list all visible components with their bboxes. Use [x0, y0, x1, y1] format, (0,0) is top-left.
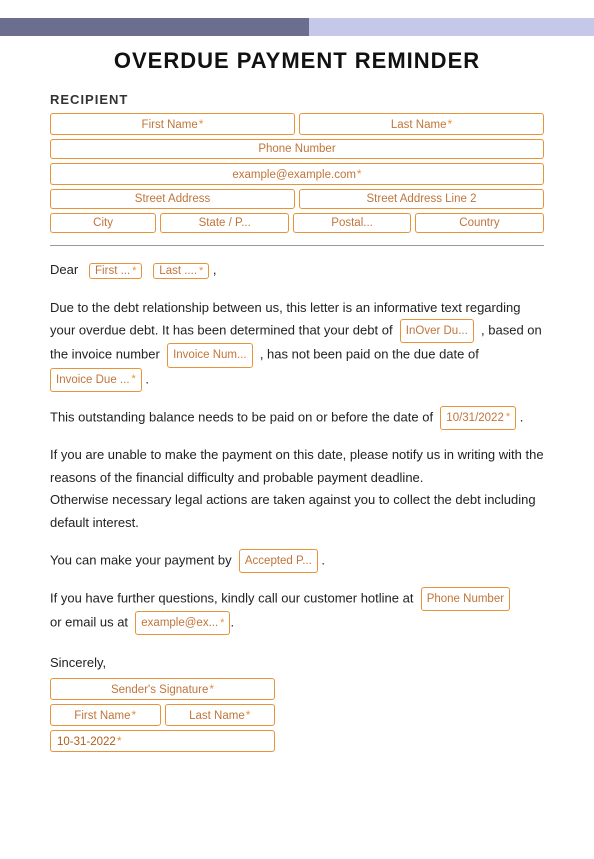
- sincerely-section: Sincerely, Sender's Signature* First Nam…: [50, 655, 544, 752]
- invoice-num-field[interactable]: Invoice Num...: [167, 343, 253, 367]
- first-name-required: *: [199, 117, 204, 131]
- signature-input[interactable]: Sender's Signature*: [50, 678, 275, 700]
- email-contact-field[interactable]: example@ex...*: [135, 611, 230, 635]
- dear-prefix: Dear: [50, 262, 78, 277]
- street1-input[interactable]: Street Address: [50, 189, 295, 209]
- recipient-label: RECIPIENT: [50, 92, 544, 107]
- page-title: OVERDUE PAYMENT REMINDER: [50, 48, 544, 74]
- accepted-field[interactable]: Accepted P...: [239, 549, 318, 573]
- first-name-input[interactable]: First Name*: [50, 113, 295, 135]
- paragraph-4: You can make your payment by Accepted P.…: [50, 549, 544, 573]
- street2-input[interactable]: Street Address Line 2: [299, 189, 544, 209]
- last-name-input[interactable]: Last Name*: [299, 113, 544, 135]
- last-name-required: *: [447, 117, 452, 131]
- email-required: *: [357, 167, 362, 181]
- paragraph-1: Due to the debt relationship between us,…: [50, 297, 544, 392]
- para4-end: .: [321, 552, 325, 567]
- top-bar-right: [309, 18, 594, 36]
- hotline-field[interactable]: Phone Number: [421, 587, 510, 611]
- amount-field[interactable]: InOver Du...: [400, 319, 474, 343]
- para1-end: , has not been paid on the due date of: [260, 347, 479, 362]
- para5-end: .: [230, 615, 234, 630]
- invoice-due-field[interactable]: Invoice Due ...*: [50, 368, 142, 392]
- top-bar-left: [0, 18, 309, 36]
- paragraph-3: If you are unable to make the payment on…: [50, 444, 544, 535]
- pay-by-field[interactable]: 10/31/2022*: [440, 406, 516, 430]
- paragraph-2: This outstanding balance needs to be pai…: [50, 406, 544, 430]
- para4-before: You can make your payment by: [50, 552, 232, 567]
- section-divider: [50, 245, 544, 246]
- dear-first-field[interactable]: First ...*: [89, 263, 142, 279]
- sincerely-label: Sincerely,: [50, 655, 544, 670]
- postal-input[interactable]: Postal...: [293, 213, 411, 233]
- paragraph-5: If you have further questions, kindly ca…: [50, 587, 544, 635]
- para2-end: .: [520, 409, 524, 424]
- para5-mid: or email us at: [50, 615, 128, 630]
- sender-first-name-input[interactable]: First Name*: [50, 704, 161, 726]
- para2-before: This outstanding balance needs to be pai…: [50, 409, 433, 424]
- para5-before: If you have further questions, kindly ca…: [50, 590, 413, 605]
- date-input[interactable]: 10-31-2022*: [50, 730, 275, 752]
- country-input[interactable]: Country: [415, 213, 544, 233]
- state-input[interactable]: State / P...: [160, 213, 289, 233]
- city-input[interactable]: City: [50, 213, 156, 233]
- phone-input[interactable]: Phone Number: [50, 139, 544, 159]
- dear-line: Dear First ...* Last ....* ,: [50, 262, 544, 279]
- sender-last-name-input[interactable]: Last Name*: [165, 704, 276, 726]
- email-input[interactable]: example@example.com*: [50, 163, 544, 185]
- dear-last-field[interactable]: Last ....*: [153, 263, 209, 279]
